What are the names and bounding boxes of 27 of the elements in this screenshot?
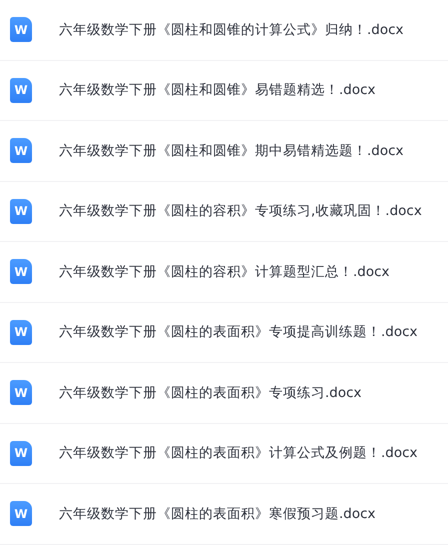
- file-row[interactable]: W 六年级数学下册《圆柱的表面积》专项提高训练题！.docx: [0, 302, 448, 363]
- file-name: 六年级数学下册《圆柱的容积》计算题型汇总！.docx: [59, 262, 390, 281]
- file-name: 六年级数学下册《圆柱的表面积》计算公式及例题！.docx: [59, 444, 418, 462]
- file-row[interactable]: W 六年级数学下册《圆柱的表面积》专项练习.docx: [0, 363, 448, 424]
- word-document-icon: W: [10, 440, 32, 466]
- file-name: 六年级数学下册《圆柱的表面积》寒假预习题.docx: [59, 504, 376, 523]
- word-document-icon: W: [10, 198, 32, 224]
- file-row[interactable]: W 六年级数学下册《圆柱的容积》专项练习,收藏巩固！.docx: [0, 182, 448, 242]
- word-document-icon: W: [10, 17, 32, 42]
- word-document-icon: W: [10, 380, 32, 406]
- file-row[interactable]: W 六年级数学下册《圆柱和圆锥的计算公式》归纳！.docx: [0, 0, 448, 60]
- word-document-icon: W: [10, 501, 32, 526]
- file-name: 六年级数学下册《圆柱的表面积》专项提高训练题！.docx: [59, 323, 418, 342]
- file-name: 六年级数学下册《圆柱的表面积》专项练习.docx: [59, 384, 362, 402]
- file-name: 六年级数学下册《圆柱和圆锥》期中易错精选题！.docx: [59, 142, 404, 160]
- word-document-icon: W: [10, 320, 32, 345]
- file-row[interactable]: W 六年级数学下册《圆柱的表面积》寒假预习题.docx: [0, 484, 448, 544]
- word-document-icon: W: [10, 138, 32, 164]
- file-row[interactable]: W 六年级数学下册《圆柱的容积》计算题型汇总！.docx: [0, 242, 448, 302]
- word-document-icon: W: [10, 259, 32, 284]
- word-document-icon: W: [10, 78, 32, 103]
- file-row[interactable]: W 六年级数学下册《圆柱和圆锥》期中易错精选题！.docx: [0, 121, 448, 182]
- file-name: 六年级数学下册《圆柱的容积》专项练习,收藏巩固！.docx: [59, 202, 422, 220]
- file-row[interactable]: W 六年级数学下册《圆柱和圆锥》易错题精选！.docx: [0, 60, 448, 121]
- file-name: 六年级数学下册《圆柱和圆锥的计算公式》归纳！.docx: [59, 20, 404, 39]
- file-row[interactable]: W 六年级数学下册《圆柱的表面积》计算公式及例题！.docx: [0, 424, 448, 484]
- file-name: 六年级数学下册《圆柱和圆锥》易错题精选！.docx: [59, 81, 376, 100]
